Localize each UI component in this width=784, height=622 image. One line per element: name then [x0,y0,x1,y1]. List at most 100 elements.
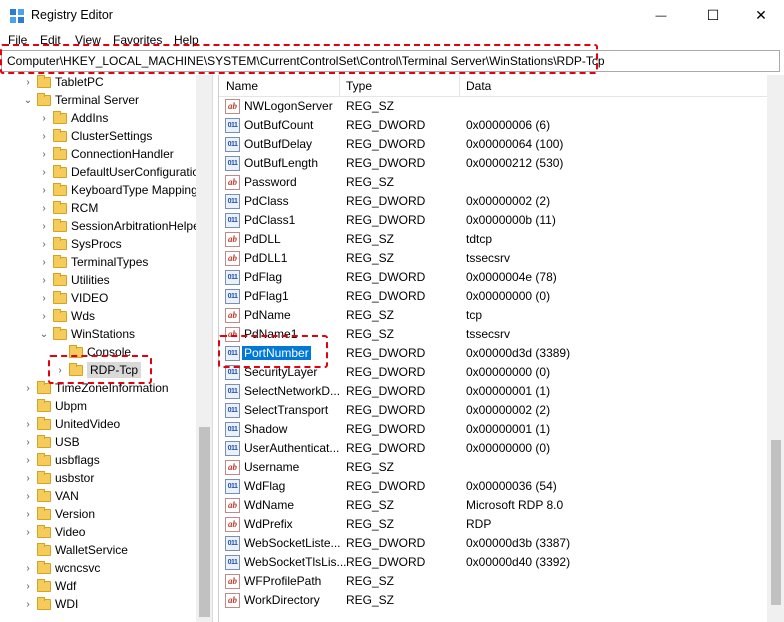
value-row[interactable]: 011 WebSocketTlsLis... REG_DWORD 0x00000d40… [219,553,767,572]
value-row[interactable]: 011 OutBufCount REG_DWORD 0x00000006 (6) [219,116,767,135]
chevron-right-icon[interactable]: › [38,221,50,232]
tree-node[interactable]: › TimeZoneInformation [22,379,169,397]
value-row[interactable]: 011 WebSocketListe... REG_DWORD 0x00000d3b … [219,534,767,553]
tree-node[interactable]: › Wds [38,307,95,325]
value-row[interactable]: ab PdName1 REG_SZ tssecsrv [219,325,767,344]
chevron-right-icon[interactable]: › [38,185,50,196]
chevron-right-icon[interactable]: › [22,419,34,430]
chevron-right-icon[interactable]: › [22,509,34,520]
values-list-pane[interactable]: Name Type Data ab NWLogonServer REG_SZ 011 O… [218,75,784,622]
chevron-right-icon[interactable]: › [22,77,34,88]
tree-node[interactable]: › WDI [22,595,78,613]
tree-node[interactable]: › SessionArbitrationHelpe [38,217,200,235]
chevron-right-icon[interactable]: › [22,455,34,466]
tree-node[interactable]: WalletService [22,541,128,559]
maximize-button[interactable]: ☐ [690,0,736,31]
value-row[interactable]: ab WFProfilePath REG_SZ [219,572,767,591]
chevron-right-icon[interactable]: › [22,491,34,502]
chevron-right-icon[interactable]: › [38,149,50,160]
tree-node[interactable]: › DefaultUserConfiguratio [38,163,199,181]
tree-node[interactable]: › Utilities [38,271,110,289]
value-row[interactable]: 011 Shadow REG_DWORD 0x00000001 (1) [219,420,767,439]
tree-node[interactable]: › SysProcs [38,235,122,253]
menu-view[interactable]: View [75,31,101,47]
tree-node[interactable]: › Version [22,505,95,523]
chevron-right-icon[interactable]: › [22,437,34,448]
chevron-down-icon[interactable]: ⌄ [22,95,34,106]
value-row[interactable]: 011 WdFlag REG_DWORD 0x00000036 (54) [219,477,767,496]
tree-node[interactable]: › Video [22,523,85,541]
tree-node[interactable]: › ClusterSettings [38,127,152,145]
value-row[interactable]: 011 PdFlag REG_DWORD 0x0000004e (78) [219,268,767,287]
menu-file[interactable]: File [8,31,27,47]
tree-node[interactable]: › usbstor [22,469,94,487]
tree-node[interactable]: › UnitedVideo [22,415,120,433]
tree-node[interactable]: › VAN [22,487,79,505]
tree-node[interactable]: › ConnectionHandler [38,145,174,163]
value-row[interactable]: ab WdName REG_SZ Microsoft RDP 8.0 [219,496,767,515]
value-row[interactable]: 011 PdFlag1 REG_DWORD 0x00000000 (0) [219,287,767,306]
chevron-right-icon[interactable]: › [38,131,50,142]
tree-node[interactable]: › RDP-Tcp [54,361,142,379]
chevron-right-icon[interactable]: › [38,167,50,178]
tree-node[interactable]: › Wdf [22,577,76,595]
chevron-down-icon[interactable]: ⌄ [38,329,50,340]
minimize-button[interactable]: — [638,0,684,31]
value-row[interactable]: 011 SelectTransport REG_DWORD 0x00000002 (2… [219,401,767,420]
tree-node[interactable]: › TabletPC [22,75,104,91]
value-row[interactable]: 011 PdClass REG_DWORD 0x00000002 (2) [219,192,767,211]
values-scrollbar-thumb[interactable] [771,440,781,605]
tree-node[interactable]: › RCM [38,199,98,217]
tree-node[interactable]: › KeyboardType Mapping [38,181,198,199]
tree-node[interactable]: › usbflags [22,451,100,469]
value-row[interactable]: ab PdDLL1 REG_SZ tssecsrv [219,249,767,268]
chevron-right-icon[interactable]: › [22,581,34,592]
tree-scrollbar[interactable] [196,75,212,622]
chevron-right-icon[interactable]: › [38,239,50,250]
key-tree-pane[interactable]: › TabletPC ⌄ Terminal Server › AddIns › Cluster… [0,75,213,622]
value-row[interactable]: 011 OutBufLength REG_DWORD 0x00000212 (530) [219,154,767,173]
close-button[interactable]: ✕ [738,0,784,31]
column-divider[interactable] [339,75,340,97]
value-row[interactable]: ab Username REG_SZ [219,458,767,477]
values-scrollbar[interactable] [767,75,784,622]
value-row[interactable]: ab Password REG_SZ [219,173,767,192]
value-row[interactable]: 011 PortNumber REG_DWORD 0x00000d3d (3389) [219,344,767,363]
chevron-right-icon[interactable]: › [38,293,50,304]
tree-node[interactable]: › wcncsvc [22,559,100,577]
tree-scrollbar-thumb[interactable] [199,427,210,617]
tree-node[interactable]: Console [54,343,131,361]
chevron-right-icon[interactable]: › [22,563,34,574]
value-row[interactable]: ab PdName REG_SZ tcp [219,306,767,325]
value-row[interactable]: ab PdDLL REG_SZ tdtcp [219,230,767,249]
column-header-data[interactable]: Data [466,79,491,93]
chevron-right-icon[interactable]: › [54,365,66,376]
tree-node[interactable]: › TerminalTypes [38,253,148,271]
tree-node[interactable]: › AddIns [38,109,108,127]
column-header-type[interactable]: Type [346,79,372,93]
chevron-right-icon[interactable]: › [22,383,34,394]
chevron-right-icon[interactable]: › [22,473,34,484]
menu-help[interactable]: Help [174,31,199,47]
tree-node[interactable]: ⌄ WinStations [38,325,135,343]
value-row[interactable]: 011 OutBufDelay REG_DWORD 0x00000064 (100) [219,135,767,154]
value-row[interactable]: 011 PdClass1 REG_DWORD 0x0000000b (11) [219,211,767,230]
chevron-right-icon[interactable]: › [22,599,34,610]
value-row[interactable]: ab WdPrefix REG_SZ RDP [219,515,767,534]
chevron-right-icon[interactable]: › [38,275,50,286]
column-divider[interactable] [459,75,460,97]
chevron-right-icon[interactable]: › [38,257,50,268]
value-row[interactable]: 011 SelectNetworkD... REG_DWORD 0x00000001 … [219,382,767,401]
tree-node[interactable]: ⌄ Terminal Server [22,91,139,109]
value-row[interactable]: 011 SecurityLayer REG_DWORD 0x00000000 (0) [219,363,767,382]
chevron-right-icon[interactable]: › [38,311,50,322]
tree-node[interactable]: › VIDEO [38,289,108,307]
chevron-right-icon[interactable]: › [22,527,34,538]
chevron-right-icon[interactable]: › [38,113,50,124]
chevron-right-icon[interactable]: › [38,203,50,214]
address-path[interactable]: Computer\HKEY_LOCAL_MACHINE\SYSTEM\Curre… [7,54,605,68]
menu-favorites[interactable]: Favorites [113,31,162,47]
tree-node[interactable]: › USB [22,433,80,451]
value-row[interactable]: 011 UserAuthenticat... REG_DWORD 0x00000000… [219,439,767,458]
column-header-name[interactable]: Name [226,79,258,93]
